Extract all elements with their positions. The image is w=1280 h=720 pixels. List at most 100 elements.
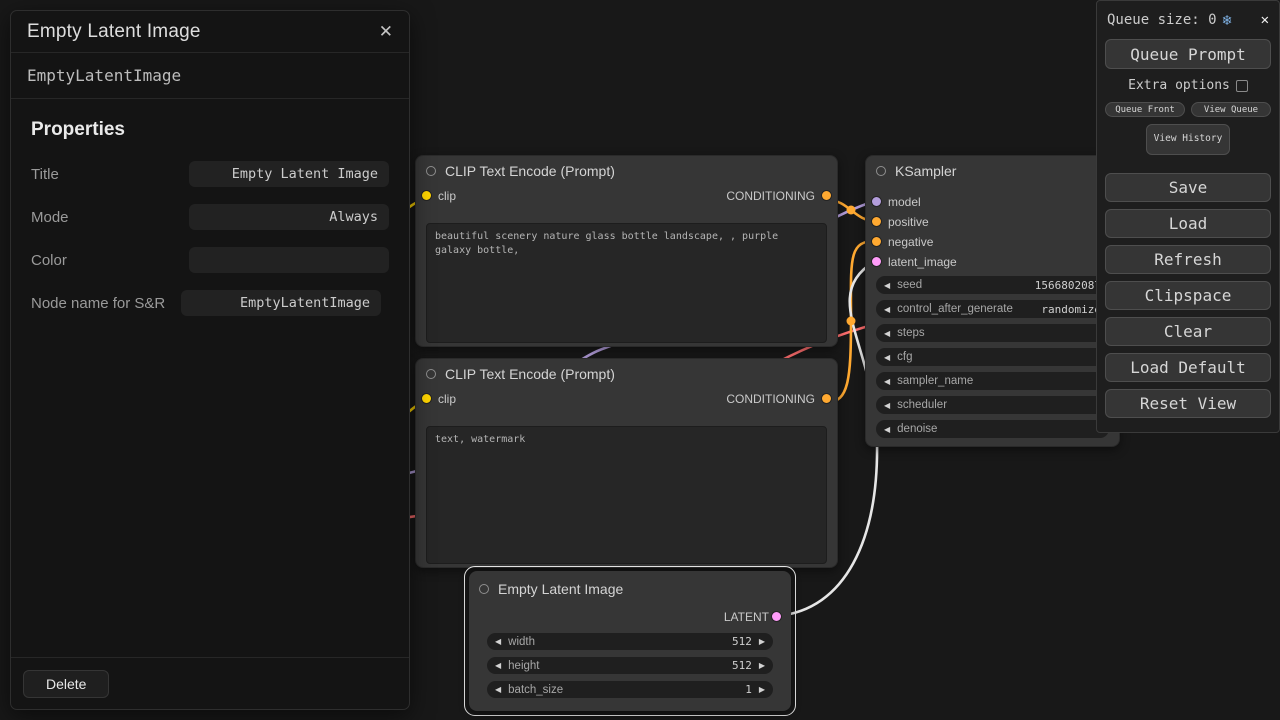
settings-snowflake-icon[interactable]: ❄ — [1223, 11, 1232, 29]
node-name-input[interactable]: EmptyLatentImage — [181, 290, 381, 316]
height-widget[interactable]: ◀ height 512 ▶ — [487, 657, 773, 674]
cfg-widget[interactable]: ◀ cfg — [876, 348, 1109, 366]
prompt-textarea[interactable]: text, watermark — [426, 426, 827, 564]
color-input[interactable] — [189, 247, 389, 273]
node-header[interactable]: CLIP Text Encode (Prompt) — [416, 156, 837, 186]
ksampler-node[interactable]: KSampler model positive negative latent_… — [865, 155, 1120, 447]
property-label: Mode — [31, 204, 189, 228]
input-slot-label: latent_image — [888, 255, 957, 269]
load-default-button[interactable]: Load Default — [1105, 353, 1271, 382]
close-icon[interactable]: ✕ — [1261, 12, 1269, 28]
delete-button[interactable]: Delete — [23, 670, 109, 698]
seed-widget[interactable]: ◀ seed 1566802087 — [876, 276, 1109, 294]
property-label: Node name for S&R — [31, 290, 181, 314]
property-row-title: Title Empty Latent Image — [31, 161, 389, 187]
decrement-arrow-icon[interactable]: ◀ — [884, 401, 890, 410]
slot-row: LATENT — [469, 607, 791, 627]
selection-outline: Empty Latent Image LATENT ◀ width 512 ▶ … — [464, 566, 796, 716]
denoise-widget[interactable]: ◀ denoise — [876, 420, 1109, 438]
widget-label: width — [508, 636, 535, 648]
node-header[interactable]: KSampler — [866, 156, 1119, 186]
conditioning-output-dot[interactable] — [822, 191, 831, 200]
widget-value: 1 — [745, 683, 752, 696]
node-header[interactable]: CLIP Text Encode (Prompt) — [416, 359, 837, 389]
collapse-dot-icon[interactable] — [426, 369, 436, 379]
slot-row: clip CONDITIONING — [416, 389, 837, 409]
reset-view-button[interactable]: Reset View — [1105, 389, 1271, 418]
widget-label: sampler_name — [897, 375, 973, 387]
node-header[interactable]: Empty Latent Image — [469, 571, 791, 607]
scheduler-widget[interactable]: ◀ scheduler — [876, 396, 1109, 414]
property-label: Title — [31, 161, 189, 185]
wire-midpoint-dot — [847, 317, 856, 326]
collapse-dot-icon[interactable] — [876, 166, 886, 176]
input-slot-label: negative — [888, 235, 933, 249]
control-after-generate-widget[interactable]: ◀ control_after_generate randomize — [876, 300, 1109, 318]
save-button[interactable]: Save — [1105, 173, 1271, 202]
decrement-arrow-icon[interactable]: ◀ — [884, 425, 890, 434]
latent-output-dot[interactable] — [772, 612, 781, 621]
decrement-arrow-icon[interactable]: ◀ — [495, 637, 501, 646]
output-slot-label: CONDITIONING — [726, 189, 815, 203]
collapse-dot-icon[interactable] — [479, 584, 489, 594]
property-row-node-name: Node name for S&R EmptyLatentImage — [31, 290, 389, 316]
slot-row: positive — [866, 212, 1119, 232]
decrement-arrow-icon[interactable]: ◀ — [495, 685, 501, 694]
decrement-arrow-icon[interactable]: ◀ — [884, 281, 890, 290]
increment-arrow-icon[interactable]: ▶ — [759, 685, 765, 694]
sampler-name-widget[interactable]: ◀ sampler_name — [876, 372, 1109, 390]
latent-image-input-dot[interactable] — [872, 257, 881, 266]
increment-arrow-icon[interactable]: ▶ — [759, 661, 765, 670]
extra-options-checkbox[interactable] — [1236, 80, 1248, 92]
widget-value: 512 — [732, 659, 752, 672]
queue-prompt-button[interactable]: Queue Prompt — [1105, 39, 1271, 69]
widget-label: steps — [897, 327, 925, 339]
input-slot-label: clip — [438, 392, 456, 406]
collapse-dot-icon[interactable] — [426, 166, 436, 176]
refresh-button[interactable]: Refresh — [1105, 245, 1271, 274]
slot-row: negative — [866, 232, 1119, 252]
view-history-button[interactable]: View History — [1146, 124, 1230, 155]
widget-value: 512 — [732, 635, 752, 648]
clip-input-dot[interactable] — [422, 394, 431, 403]
comfyui-app: { "colors": { "clip": "#FFD500", "condit… — [0, 0, 1280, 720]
node-title: CLIP Text Encode (Prompt) — [445, 163, 615, 179]
prompt-textarea[interactable]: beautiful scenery nature glass bottle la… — [426, 223, 827, 343]
conditioning-output-dot[interactable] — [822, 394, 831, 403]
decrement-arrow-icon[interactable]: ◀ — [495, 661, 501, 670]
width-widget[interactable]: ◀ width 512 ▶ — [487, 633, 773, 650]
node-title: CLIP Text Encode (Prompt) — [445, 366, 615, 382]
dialog-title: Empty Latent Image — [27, 21, 201, 43]
increment-arrow-icon[interactable]: ▶ — [759, 637, 765, 646]
view-queue-button[interactable]: View Queue — [1191, 102, 1271, 117]
clip-text-encode-node-positive[interactable]: CLIP Text Encode (Prompt) clip CONDITION… — [415, 155, 838, 347]
load-button[interactable]: Load — [1105, 209, 1271, 238]
positive-input-dot[interactable] — [872, 217, 881, 226]
queue-front-button[interactable]: Queue Front — [1105, 102, 1185, 117]
decrement-arrow-icon[interactable]: ◀ — [884, 329, 890, 338]
decrement-arrow-icon[interactable]: ◀ — [884, 377, 890, 386]
input-slot-label: clip — [438, 189, 456, 203]
slot-row: latent_image — [866, 252, 1119, 272]
dialog-titlebar: Empty Latent Image ✕ — [11, 11, 409, 53]
clipspace-button[interactable]: Clipspace — [1105, 281, 1271, 310]
title-input[interactable]: Empty Latent Image — [189, 161, 389, 187]
clip-input-dot[interactable] — [422, 191, 431, 200]
mode-input[interactable]: Always — [189, 204, 389, 230]
negative-input-dot[interactable] — [872, 237, 881, 246]
clip-text-encode-node-negative[interactable]: CLIP Text Encode (Prompt) clip CONDITION… — [415, 358, 838, 568]
property-row-color: Color — [31, 247, 389, 273]
clear-button[interactable]: Clear — [1105, 317, 1271, 346]
empty-latent-image-node[interactable]: Empty Latent Image LATENT ◀ width 512 ▶ … — [469, 571, 791, 711]
properties-section: Properties Title Empty Latent Image Mode… — [11, 99, 409, 349]
widget-value: 1566802087 — [1035, 279, 1101, 292]
decrement-arrow-icon[interactable]: ◀ — [884, 305, 890, 314]
comfyui-menu: Queue size: 0 ❄ ✕ Queue Prompt Extra opt… — [1096, 0, 1280, 433]
model-input-dot[interactable] — [872, 197, 881, 206]
batch-size-widget[interactable]: ◀ batch_size 1 ▶ — [487, 681, 773, 698]
input-slot-label: positive — [888, 215, 929, 229]
decrement-arrow-icon[interactable]: ◀ — [884, 353, 890, 362]
close-icon[interactable]: ✕ — [379, 22, 393, 42]
steps-widget[interactable]: ◀ steps — [876, 324, 1109, 342]
node-title: KSampler — [895, 163, 956, 179]
